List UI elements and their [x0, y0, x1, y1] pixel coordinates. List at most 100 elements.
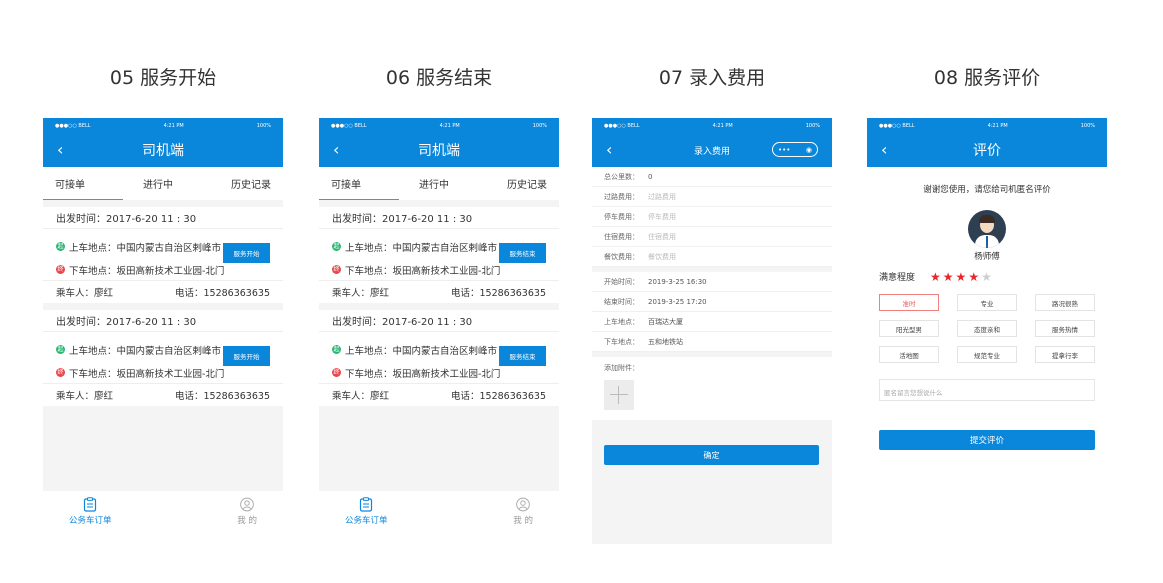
star-filled-icon[interactable]: ★ [956, 271, 967, 283]
review-tag[interactable]: 路况很熟 [1035, 294, 1095, 311]
back-arrow-icon[interactable]: ‹ [57, 142, 63, 158]
status-bar: ●●●○○ BELL 4:21 PM 100% [867, 118, 1107, 133]
page-title: 司机端 [142, 143, 184, 159]
star-filled-icon[interactable]: ★ [943, 271, 954, 283]
service-action-button[interactable]: 服务开始 [223, 243, 270, 263]
attachment-label: 添加附件： [604, 364, 639, 372]
fee-label: 总公里数： [604, 172, 639, 181]
tab-available[interactable]: 可接单 [331, 176, 361, 191]
passenger-name: 乘车人：廖红 [332, 288, 390, 299]
review-tag[interactable]: 提拿行李 [1035, 346, 1095, 363]
fee-row-mileage: 总公里数： 0 [592, 167, 832, 187]
star-filled-icon[interactable]: ★ [930, 271, 941, 283]
dropoff-location: 下车地点：坂田高新技术工业园-北门 [69, 265, 225, 277]
trip-value: 百瑞达大厦 [648, 317, 683, 326]
review-tag[interactable]: 准时 [879, 294, 939, 311]
rating-row: 满意程度 ★ ★ ★ ★ ★ [867, 270, 1107, 284]
passenger-row: 乘车人：廖红 电话：15286363635 [43, 384, 283, 406]
trip-label: 上车地点： [604, 317, 639, 326]
step-title-05: 05 服务开始 [109, 67, 217, 89]
tabbar-orders-label: 公务车订单 [345, 515, 388, 526]
fee-row-lodging: 住宿费用： 住宿费用 [592, 227, 832, 247]
passenger-row: 乘车人：廖红 电话：15286363635 [319, 384, 559, 406]
service-action-button[interactable]: 服务结束 [499, 346, 546, 366]
trip-value: 2019-3-25 17:20 [648, 297, 707, 306]
phone-review: ●●●○○ BELL 4:21 PM 100% ‹ 评价 谢谢您使用，请您给司机… [867, 118, 1107, 544]
order-card: 出发时间：2017-6-20 11 : 30 起上车地点：中国内蒙古自治区剌峰市… [43, 207, 283, 303]
tab-available[interactable]: 可接单 [55, 176, 85, 191]
back-arrow-icon[interactable]: ‹ [333, 142, 339, 158]
add-attachment-plus-icon[interactable] [604, 380, 634, 410]
dropoff-location: 下车地点：坂田高新技术工业园-北门 [69, 368, 225, 380]
review-tag[interactable]: 活地图 [879, 346, 939, 363]
submit-review-button[interactable]: 提交评价 [879, 430, 1095, 450]
order-places: 起上车地点：中国内蒙古自治区剌峰市 终下车地点：坂田高新技术工业园-北门 服务结… [319, 332, 559, 384]
star-filled-icon[interactable]: ★ [968, 271, 979, 283]
review-tag[interactable]: 专业 [957, 294, 1017, 311]
carrier-signal: ●●●○○ BELL [879, 122, 915, 129]
battery: 100% [805, 122, 820, 129]
order-card: 出发时间：2017-6-20 11 : 30 起上车地点：中国内蒙古自治区剌峰市… [43, 310, 283, 406]
nav-bar: ‹ 司机端 [43, 133, 283, 167]
tabbar-mine[interactable]: 我 的 [237, 497, 257, 526]
depart-time: 出发时间：2017-6-20 11 : 30 [319, 310, 559, 332]
nav-bar: ‹ 司机端 [319, 133, 559, 167]
comment-input[interactable]: 匿名留言您想说什么 [879, 379, 1095, 401]
trip-dropoff: 下车地点： 五和地铁站 [592, 332, 832, 352]
tab-history[interactable]: 历史记录 [231, 176, 271, 191]
back-arrow-icon[interactable]: ‹ [606, 142, 612, 158]
order-places: 起上车地点：中国内蒙古自治区剌峰市 终下车地点：坂田高新技术工业园-北门 服务结… [319, 229, 559, 281]
review-tag[interactable]: 态度亲和 [957, 320, 1017, 337]
carrier-signal: ●●●○○ BELL [331, 122, 367, 129]
lodging-fee-input[interactable]: 住宿费用 [648, 232, 676, 242]
star-empty-icon[interactable]: ★ [981, 271, 992, 283]
tabbar-orders[interactable]: 公务车订单 [345, 496, 388, 526]
tabbar-mine[interactable]: 我 的 [513, 497, 533, 526]
passenger-phone: 电话：15286363635 [175, 391, 270, 402]
passenger-name: 乘车人：廖红 [56, 288, 114, 299]
toll-fee-input[interactable]: 过路费用 [648, 192, 676, 202]
review-body: 谢谢您使用，请您给司机匿名评价 杨师傅 满意程度 ★ ★ ★ ★ ★ 准时 专业 路况很熟阳… [867, 167, 1107, 544]
dropoff-location: 下车地点：坂田高新技术工业园-北门 [345, 368, 501, 380]
tab-history[interactable]: 历史记录 [507, 176, 547, 191]
miniprogram-capsule[interactable]: ••• ◉ [772, 142, 818, 157]
order-card: 出发时间：2017-6-20 11 : 30 起上车地点：中国内蒙古自治区剌峰市… [319, 207, 559, 303]
depart-time: 出发时间：2017-6-20 11 : 30 [43, 310, 283, 332]
attachment-section: 添加附件： [592, 357, 832, 420]
service-action-button[interactable]: 服务结束 [499, 243, 546, 263]
clipboard-icon [84, 496, 97, 512]
fee-label: 餐饮费用： [604, 252, 639, 261]
clock: 4:21 PM [987, 122, 1008, 129]
bottom-tab-bar: 公务车订单 我 的 [43, 491, 283, 531]
confirm-button[interactable]: 确定 [604, 445, 819, 465]
page-title: 录入费用 [693, 146, 730, 157]
driver-avatar [968, 210, 1006, 248]
star-rating[interactable]: ★ ★ ★ ★ ★ [930, 271, 994, 283]
tab-in-progress[interactable]: 进行中 [143, 176, 173, 191]
trip-pickup: 上车地点： 百瑞达大厦 [592, 312, 832, 332]
back-arrow-icon[interactable]: ‹ [881, 142, 887, 158]
pickup-dot-icon: 起 [56, 345, 65, 354]
service-action-button[interactable]: 服务开始 [223, 346, 270, 366]
nav-bar: ‹ 评价 [867, 133, 1107, 167]
tabbar-mine-label: 我 的 [513, 515, 533, 526]
tab-in-progress[interactable]: 进行中 [419, 176, 449, 191]
status-bar: ●●●○○ BELL 4:21 PM 100% [319, 118, 559, 133]
meal-fee-input[interactable]: 餐饮费用 [648, 252, 676, 262]
nav-bar: ‹ 录入费用 ••• ◉ [592, 133, 832, 167]
review-tag[interactable]: 阳光型男 [879, 320, 939, 337]
passenger-name: 乘车人：廖红 [56, 391, 114, 402]
status-bar: ●●●○○ BELL 4:21 PM 100% [592, 118, 832, 133]
tabbar-orders[interactable]: 公务车订单 [69, 496, 112, 526]
phone-fee-entry: ●●●○○ BELL 4:21 PM 100% ‹ 录入费用 ••• ◉ 总公里… [592, 118, 832, 544]
dropoff-dot-icon: 终 [332, 368, 341, 377]
passenger-row: 乘车人：廖红 电话：15286363635 [43, 281, 283, 303]
trip-end-time: 结束时间： 2019-3-25 17:20 [592, 292, 832, 312]
review-tag[interactable]: 规范专业 [957, 346, 1017, 363]
phone-service-start: ●●●○○ BELL 4:21 PM 100% ‹ 司机端 可接单 进行中 历史… [43, 118, 283, 531]
parking-fee-input[interactable]: 停车费用 [648, 212, 676, 222]
fee-row-meal: 餐饮费用： 餐饮费用 [592, 247, 832, 267]
more-icon: ••• [778, 145, 791, 154]
review-tag[interactable]: 服务热情 [1035, 320, 1095, 337]
battery: 100% [256, 122, 271, 129]
